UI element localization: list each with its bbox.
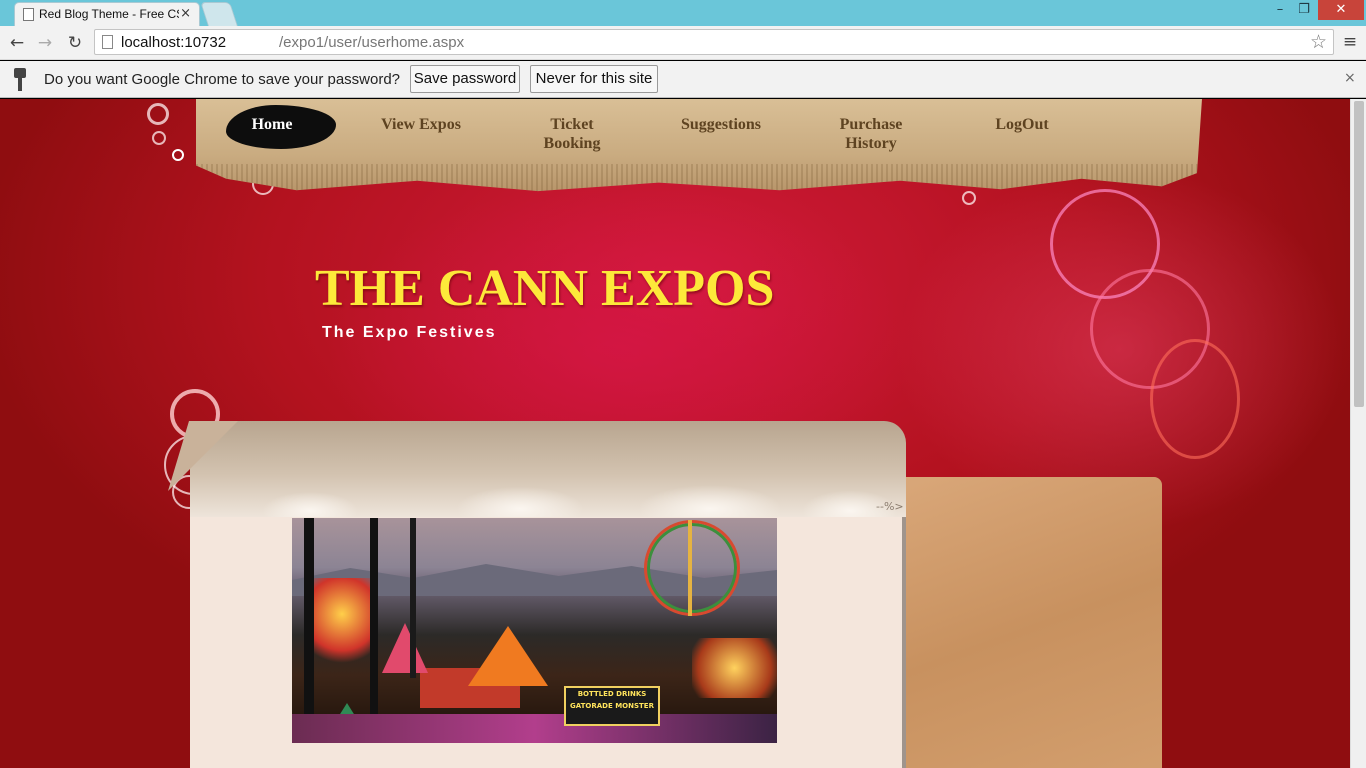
page-icon xyxy=(23,8,34,21)
new-tab-button[interactable] xyxy=(200,2,238,26)
close-window-button[interactable]: ✕ xyxy=(1318,0,1364,20)
page-viewport: Home View Expos Ticket Booking Suggestio… xyxy=(0,99,1350,768)
tab-close-icon[interactable]: × xyxy=(180,6,191,21)
comment-marker-text: --%> xyxy=(876,500,904,513)
nav-logout[interactable]: LogOut xyxy=(980,115,1064,134)
browser-toolbar: ← → ↻ localhost:10732 /expo1/user/userho… xyxy=(0,26,1366,60)
key-icon xyxy=(13,68,27,92)
photo-ride-lights xyxy=(692,638,777,698)
sidebar-panel xyxy=(906,477,1162,768)
nav-bar xyxy=(196,99,1202,192)
nav-home[interactable]: Home xyxy=(232,115,312,134)
back-icon[interactable]: ← xyxy=(6,32,28,54)
nav-purchase-history[interactable]: Purchase History xyxy=(820,115,922,153)
photo-ferris-spoke xyxy=(688,520,692,616)
photo-sign-line: BOTTLED DRINKS xyxy=(577,690,647,698)
browser-window: Red Blog Theme - Free CS × – ❐ ✕ ← → ↻ l… xyxy=(0,0,1366,768)
decorative-circle xyxy=(172,149,184,161)
address-bar[interactable]: localhost:10732 /expo1/user/userhome.asp… xyxy=(94,29,1334,55)
url-host: localhost:10732 xyxy=(121,34,227,51)
save-password-infobar: Do you want Google Chrome to save your p… xyxy=(0,61,1366,98)
star-icon[interactable]: ☆ xyxy=(1310,31,1327,53)
tab-title: Red Blog Theme - Free CS xyxy=(39,7,179,21)
decorative-circle xyxy=(962,191,976,205)
scrollbar-thumb[interactable] xyxy=(1354,101,1364,407)
photo-sign-line: GATORADE MONSTER xyxy=(570,702,654,710)
photo-ride-lights xyxy=(314,578,370,668)
nav-ticket-booking[interactable]: Ticket Booking xyxy=(524,115,620,153)
photo-pole xyxy=(370,518,378,743)
minimize-button[interactable]: – xyxy=(1268,0,1292,20)
never-for-this-site-button[interactable]: Never for this site xyxy=(530,65,658,93)
nav-view-expos[interactable]: View Expos xyxy=(360,115,482,134)
reload-icon[interactable]: ↻ xyxy=(64,32,86,54)
decorative-clouds xyxy=(190,471,906,519)
photo-ground xyxy=(292,714,777,743)
vertical-scrollbar[interactable] xyxy=(1350,99,1366,768)
nav-suggestions[interactable]: Suggestions xyxy=(660,115,782,134)
menu-icon[interactable]: ≡ xyxy=(1340,32,1360,52)
close-icon[interactable]: × xyxy=(1344,70,1356,86)
title-bar: Red Blog Theme - Free CS × – ❐ ✕ xyxy=(0,0,1366,26)
photo-tent xyxy=(382,623,428,673)
photo-tent xyxy=(468,626,548,686)
photo-pole xyxy=(410,518,416,678)
site-title: THE CANN EXPOS xyxy=(315,260,775,317)
expo-fair-photo: BOTTLED DRINKS GATORADE MONSTER xyxy=(292,518,777,743)
photo-ferris-wheel xyxy=(644,520,740,616)
page-icon xyxy=(102,35,113,49)
decorative-circle xyxy=(152,131,166,145)
maximize-button[interactable]: ❐ xyxy=(1292,0,1316,20)
url-path: /expo1/user/userhome.aspx xyxy=(279,34,465,51)
decorative-flourish xyxy=(1150,339,1240,459)
tab-red-blog-theme[interactable]: Red Blog Theme - Free CS × xyxy=(14,2,200,26)
photo-pole xyxy=(304,518,314,743)
decorative-circle xyxy=(147,103,169,125)
save-password-button[interactable]: Save password xyxy=(410,65,520,93)
photo-drinks-sign: BOTTLED DRINKS GATORADE MONSTER xyxy=(564,686,660,726)
forward-icon[interactable]: → xyxy=(34,32,56,54)
site-tagline: The Expo Festives xyxy=(322,324,497,341)
infobar-message: Do you want Google Chrome to save your p… xyxy=(44,71,401,88)
